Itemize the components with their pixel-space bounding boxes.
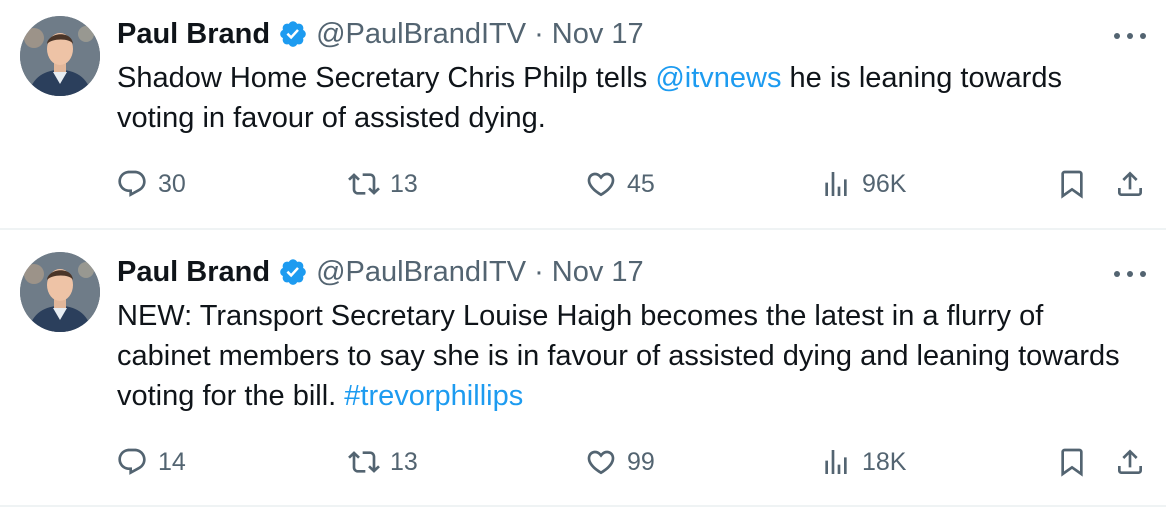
avatar[interactable] <box>20 252 100 332</box>
author-handle[interactable]: @PaulBrandITV <box>316 256 526 289</box>
tweet-actions: 14 13 99 18K <box>0 442 1166 482</box>
views-button[interactable]: 18K <box>820 442 906 482</box>
retweet-count: 13 <box>390 447 418 476</box>
like-button[interactable]: 45 <box>585 164 655 204</box>
bookmark-button[interactable] <box>1056 164 1088 204</box>
share-upload-icon <box>1118 449 1142 474</box>
heart-icon <box>587 172 615 197</box>
tweet-text-part: NEW: Transport Secretary Louise Haigh be… <box>117 300 1120 412</box>
more-horizontal-icon[interactable] <box>1114 262 1146 286</box>
separator-dot: · <box>534 255 544 288</box>
separator-dot: · <box>534 17 544 50</box>
tweet-actions: 30 13 45 96K <box>0 164 1166 204</box>
bar-chart-icon <box>825 450 847 474</box>
views-count: 18K <box>862 447 907 476</box>
tweet[interactable]: Paul Brand @PaulBrandITV · Nov 17 NEW: T… <box>0 230 1166 506</box>
views-count: 96K <box>862 169 907 198</box>
avatar[interactable] <box>20 16 100 96</box>
tweet-header: Paul Brand @PaulBrandITV · Nov 17 <box>117 14 644 54</box>
bar-chart-icon <box>825 172 847 196</box>
share-button[interactable] <box>1114 164 1146 204</box>
author-name[interactable]: Paul Brand <box>117 256 270 289</box>
verified-badge-icon <box>278 19 308 49</box>
tweet-text: NEW: Transport Secretary Louise Haigh be… <box>117 296 1127 416</box>
like-button[interactable]: 99 <box>585 442 655 482</box>
share-button[interactable] <box>1114 442 1146 482</box>
retweet-arrows-icon <box>348 451 380 473</box>
bookmark-icon <box>1061 170 1083 199</box>
tweet-date[interactable]: Nov 17 <box>552 256 644 289</box>
author-handle[interactable]: @PaulBrandITV <box>316 18 526 51</box>
author-name[interactable]: Paul Brand <box>117 18 270 51</box>
mention-link[interactable]: @itvnews <box>655 62 781 94</box>
reply-count: 14 <box>158 447 186 476</box>
reply-button[interactable]: 14 <box>116 442 186 482</box>
verified-badge-icon <box>278 257 308 287</box>
tweet-header: Paul Brand @PaulBrandITV · Nov 17 <box>117 252 644 292</box>
like-count: 45 <box>627 169 655 198</box>
views-button[interactable]: 96K <box>820 164 906 204</box>
speech-bubble-icon <box>118 170 146 197</box>
more-horizontal-icon[interactable] <box>1114 24 1146 48</box>
tweet[interactable]: Paul Brand @PaulBrandITV · Nov 17 Shadow… <box>0 0 1166 229</box>
retweet-arrows-icon <box>348 173 380 195</box>
bookmark-button[interactable] <box>1056 442 1088 482</box>
like-count: 99 <box>627 447 655 476</box>
tweet-feed: Paul Brand @PaulBrandITV · Nov 17 Shadow… <box>0 0 1166 508</box>
bookmark-icon <box>1061 448 1083 477</box>
retweet-button[interactable]: 13 <box>348 164 418 204</box>
tweet-divider <box>0 505 1166 507</box>
heart-icon <box>587 450 615 475</box>
tweet-text: Shadow Home Secretary Chris Philp tells … <box>117 58 1127 138</box>
tweet-date[interactable]: Nov 17 <box>552 18 644 51</box>
hashtag-link[interactable]: #trevorphillips <box>344 380 523 412</box>
tweet-text-part: Shadow Home Secretary Chris Philp tells <box>117 62 656 94</box>
reply-count: 30 <box>158 169 186 198</box>
share-upload-icon <box>1118 171 1142 196</box>
reply-button[interactable]: 30 <box>116 164 186 204</box>
speech-bubble-icon <box>118 448 146 475</box>
retweet-count: 13 <box>390 169 418 198</box>
retweet-button[interactable]: 13 <box>348 442 418 482</box>
